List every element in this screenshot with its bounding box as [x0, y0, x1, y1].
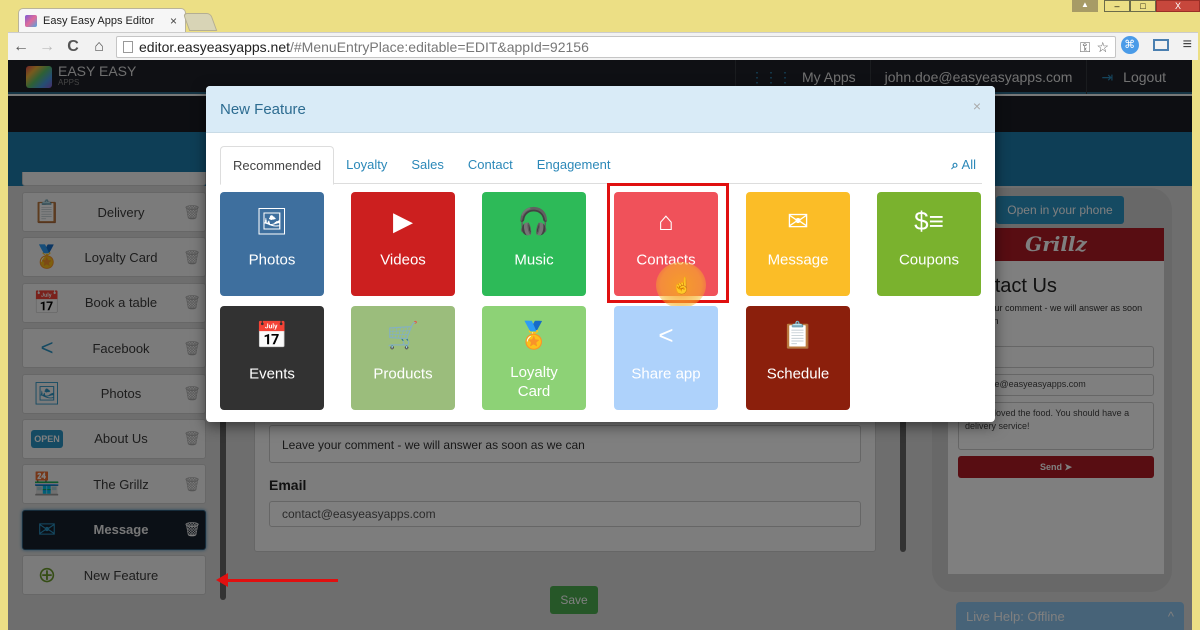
maximize-button[interactable]: □ [1130, 0, 1156, 12]
feature-tile-music[interactable]: 🎧 Music [482, 192, 586, 296]
category-tabs: Recommended Loyalty Sales Contact Engagement… [220, 146, 982, 185]
url-path: /#MenuEntryPlace:editable=EDIT&appId=921… [290, 39, 589, 55]
music-icon: 🎧 [517, 206, 551, 236]
page-icon [123, 41, 133, 53]
feature-tile-photos[interactable]: 🖼 Photos [220, 192, 324, 296]
browser-toolbar: ← → C ⌂ editor.easyeasyapps.net/#MenuEnt… [8, 32, 1198, 60]
window-controls: ▲ – □ X [1072, 0, 1200, 12]
events-icon: 📅 [255, 320, 289, 350]
hand-cursor-icon: ☝ [672, 278, 692, 295]
share-app-icon: < [658, 320, 674, 350]
feature-tile-label: Coupons [898, 251, 960, 269]
feature-tile-label: Share app [631, 365, 701, 383]
minimize-button[interactable]: – [1104, 0, 1130, 12]
annotation-arrow [216, 573, 338, 587]
close-window-button[interactable]: X [1156, 0, 1200, 12]
feature-tile-label: Photos [248, 251, 296, 269]
bookmark-star-icon[interactable]: ☆ [1096, 39, 1109, 56]
feature-tile-label: Music [514, 251, 554, 269]
tab-contact[interactable]: Contact [456, 146, 525, 184]
home-icon[interactable]: ⌂ [86, 38, 112, 56]
browser-tab[interactable]: Easy Easy Apps Editor × [18, 8, 186, 33]
browser-menu-icon[interactable]: ≡ [1183, 36, 1192, 54]
feature-tile-label: Videos [380, 251, 426, 269]
tab-all-label: All [961, 157, 976, 172]
photos-icon: 🖼 [255, 206, 289, 236]
tab-title: Easy Easy Apps Editor [43, 15, 155, 27]
modal-header: New Feature × [206, 86, 995, 133]
message-icon: ✉ [787, 206, 809, 236]
feature-tile-label: Schedule [766, 365, 830, 383]
feature-tile-coupons[interactable]: $≡ Coupons [877, 192, 981, 296]
toolbar-right: ⌘ ≡ [1120, 36, 1192, 54]
feature-tile-share-app[interactable]: < Share app [614, 306, 718, 410]
modal-title: New Feature [220, 101, 306, 118]
address-bar[interactable]: editor.easyeasyapps.net/#MenuEntryPlace:… [116, 36, 1116, 58]
feature-tile-loyalty-card[interactable]: 🏅 Loyalty Card [482, 306, 586, 410]
key-icon[interactable]: ⚿ [1080, 39, 1091, 56]
feature-tile-products[interactable]: 🛒 Products [351, 306, 455, 410]
products-icon: 🛒 [386, 320, 420, 350]
tab-loyalty[interactable]: Loyalty [334, 146, 399, 184]
browser-titlebar: Easy Easy Apps Editor × ▲ – □ X [0, 0, 1200, 33]
profile-icon[interactable]: ▲ [1072, 0, 1098, 12]
close-icon[interactable]: × [973, 98, 981, 114]
schedule-icon: 📋 [781, 320, 815, 350]
url-host: editor.easyeasyapps.net [139, 39, 290, 55]
tab-engagement[interactable]: Engagement [525, 146, 623, 184]
forward-arrow-icon[interactable]: → [34, 38, 60, 56]
feature-tile-events[interactable]: 📅 Events [220, 306, 324, 410]
feature-tile-label: Events [249, 365, 295, 383]
tab-all[interactable]: ⌕ All [951, 146, 976, 184]
feature-tile-videos[interactable]: ▶ Videos [351, 192, 455, 296]
omnibox-actions: ⚿ ☆ [1080, 39, 1109, 56]
feature-tile-schedule[interactable]: 📋 Schedule [746, 306, 850, 410]
tab-sales[interactable]: Sales [399, 146, 456, 184]
feature-tile-label: Loyalty Card [510, 364, 558, 400]
coupons-icon: $≡ [914, 206, 944, 236]
feature-tile-message[interactable]: ✉ Message [746, 192, 850, 296]
new-tab-button[interactable] [182, 13, 218, 31]
url-text: editor.easyeasyapps.net/#MenuEntryPlace:… [139, 39, 589, 55]
screen-capture-icon[interactable] [1152, 39, 1169, 51]
back-arrow-icon[interactable]: ← [8, 38, 34, 56]
reload-icon[interactable]: C [60, 38, 86, 56]
tab-list: Recommended Loyalty Sales Contact Engagement [220, 146, 623, 185]
videos-icon: ▶ [393, 206, 413, 236]
extension-icon[interactable]: ⌘ [1120, 36, 1139, 54]
search-icon: ⌕ [951, 157, 959, 172]
app-favicon-icon [25, 15, 37, 27]
feature-tile-label: Products [373, 365, 433, 383]
tab-close-icon[interactable]: × [170, 14, 177, 28]
loyalty-card-icon: 🏅 [517, 320, 551, 350]
tab-recommended[interactable]: Recommended [220, 146, 335, 185]
new-feature-modal: New Feature × Recommended Loyalty Sales Con… [206, 86, 995, 422]
feature-tile-label: Message [767, 251, 829, 269]
